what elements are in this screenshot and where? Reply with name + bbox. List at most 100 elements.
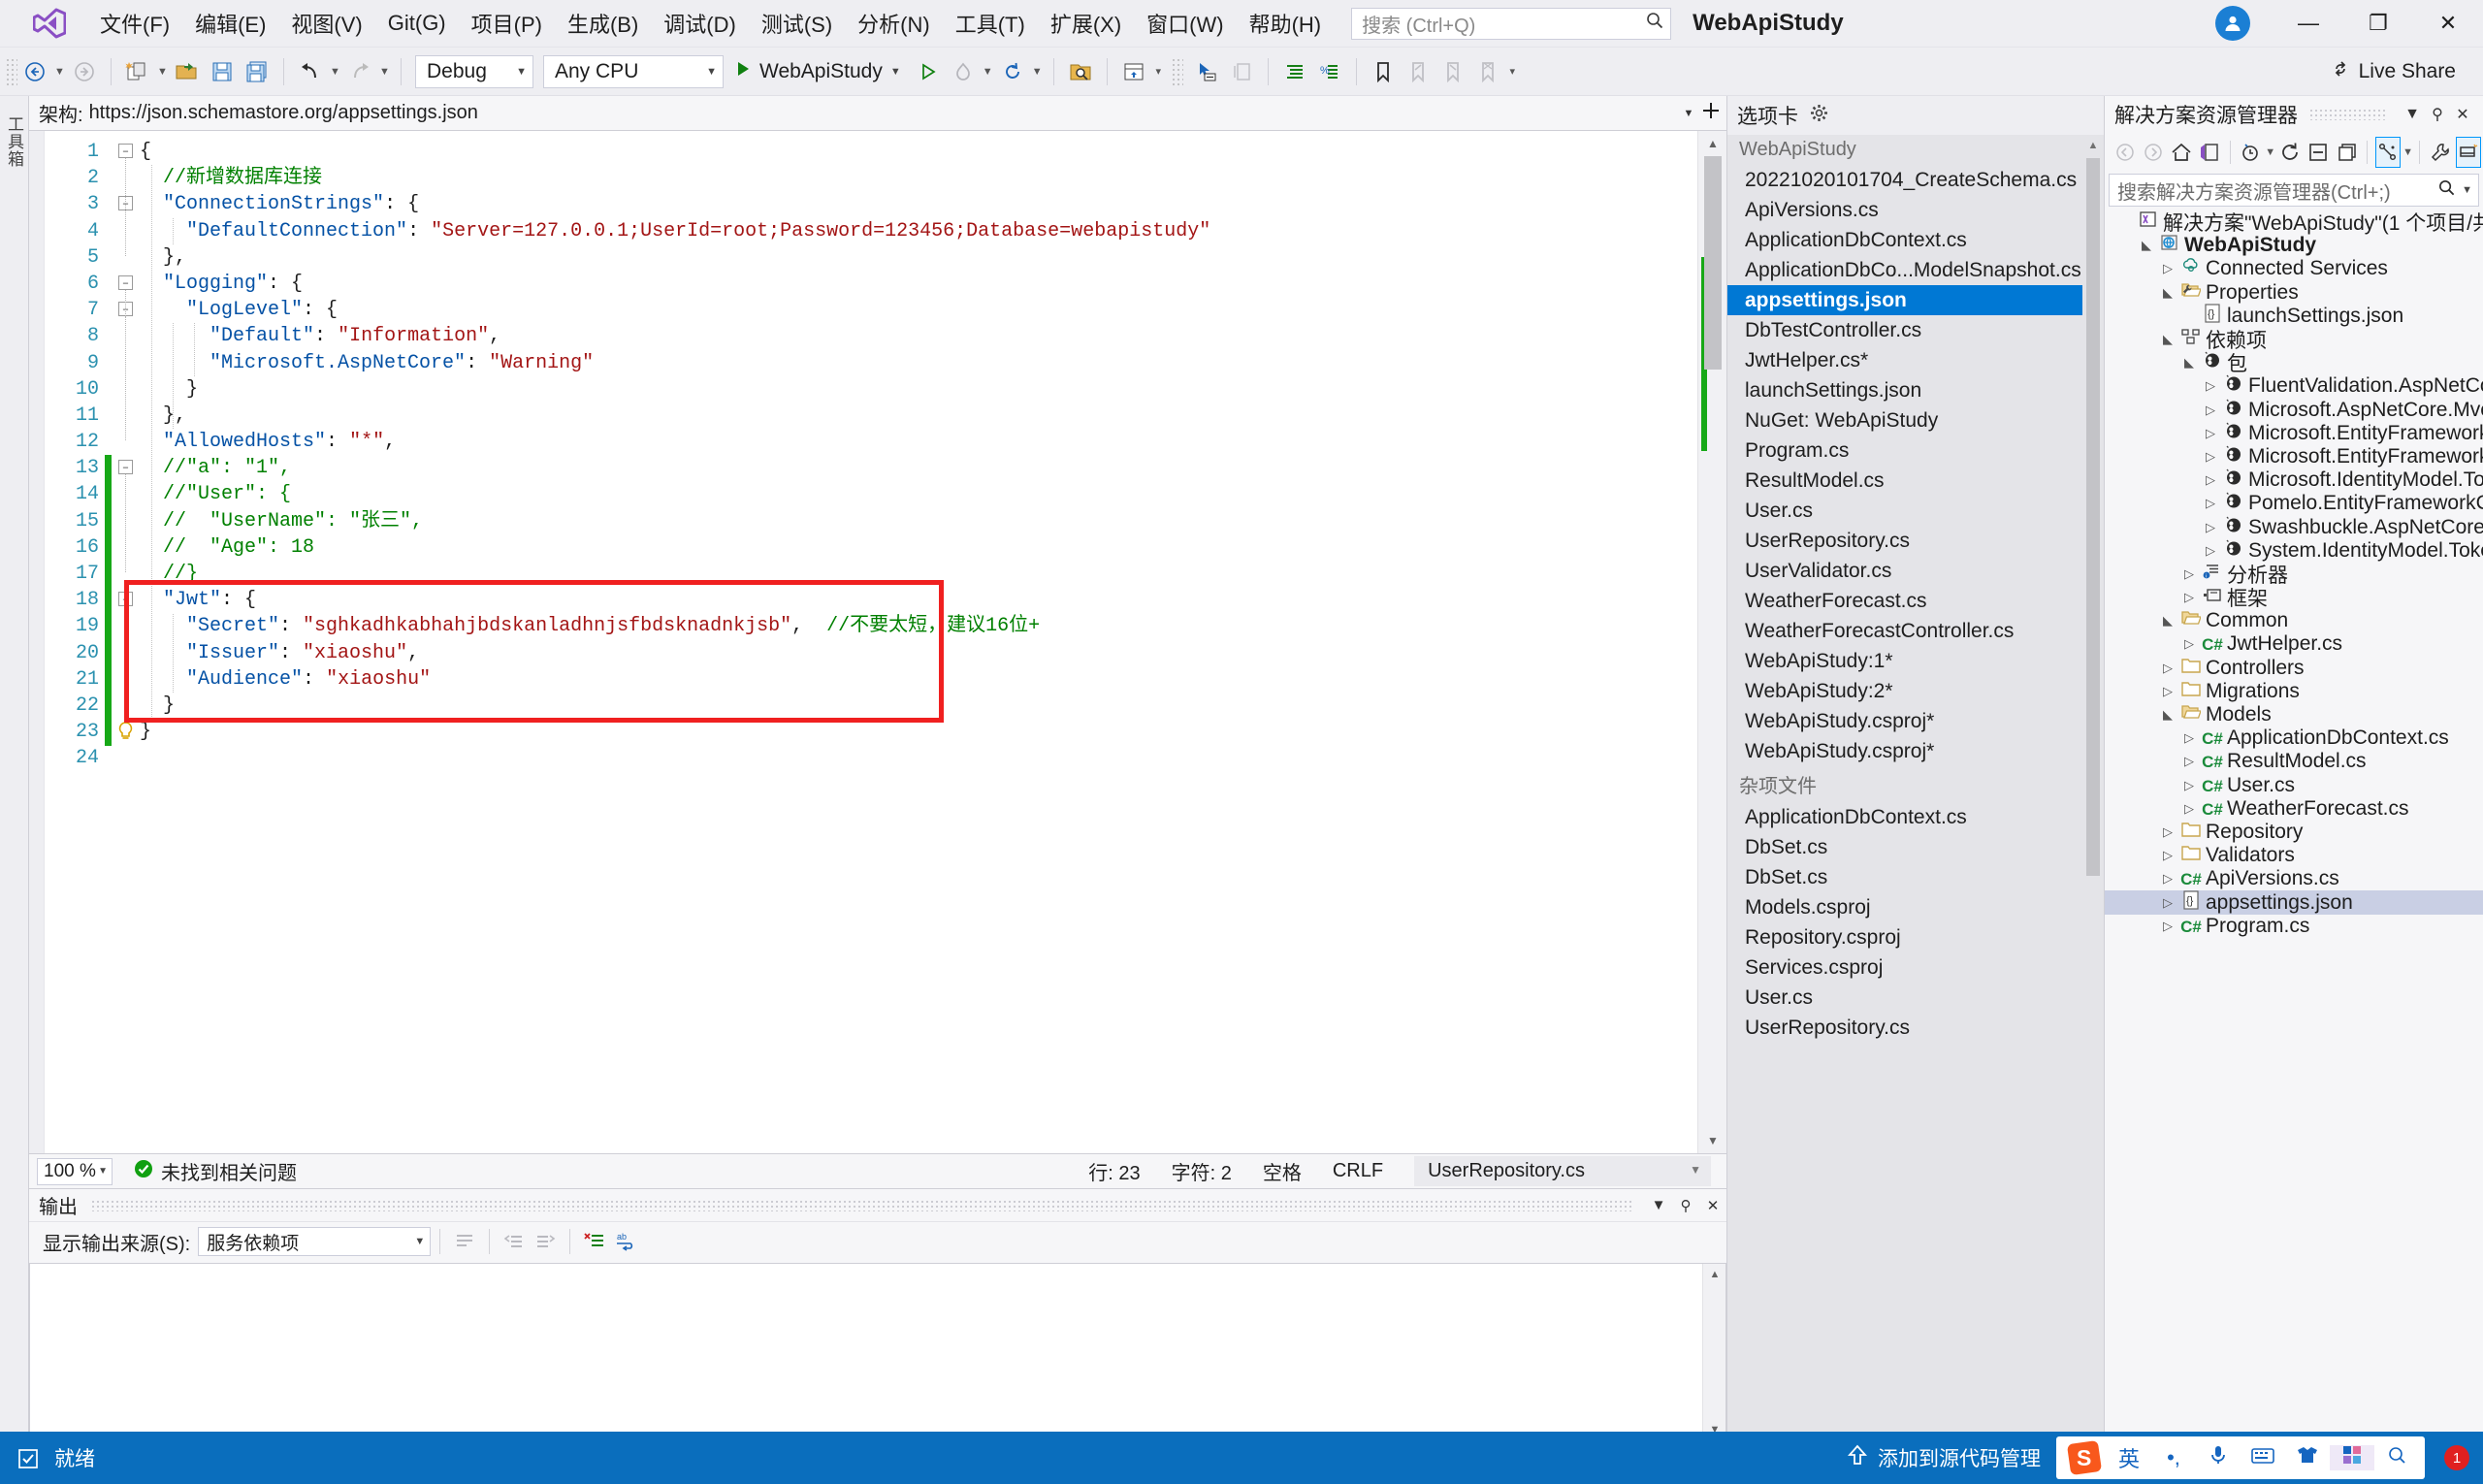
tree-row[interactable]: {}launchSettings.json xyxy=(2105,305,2483,328)
fold-toggle[interactable]: – xyxy=(118,275,133,290)
code-line[interactable]: //新增数据库连接 xyxy=(140,165,1726,191)
split-editor-icon[interactable] xyxy=(1699,101,1723,126)
live-share-button[interactable]: Live Share xyxy=(2330,58,2456,85)
expand-arrow-closed-icon[interactable]: ▷ xyxy=(2157,661,2178,676)
tree-row[interactable]: ▷FluentValidation.AspNetCore (11.2.2) xyxy=(2105,374,2483,398)
expand-arrow-closed-icon[interactable]: ▷ xyxy=(2178,566,2200,582)
tabs-list-item[interactable]: DbSet.cs xyxy=(1727,832,2104,862)
ime-punctuation-toggle[interactable]: •, xyxy=(2151,1445,2196,1470)
outlining-margin[interactable]: –––––– xyxy=(114,131,140,1153)
fold-toggle[interactable]: – xyxy=(118,592,133,606)
tabs-list-item[interactable]: WebApiStudy:2* xyxy=(1727,676,2104,706)
tabs-list-item[interactable]: ApplicationDbCo...ModelSnapshot.cs xyxy=(1727,255,2104,285)
new-project-dropdown-icon[interactable]: ▼ xyxy=(155,55,170,88)
code-line[interactable]: "Default": "Information", xyxy=(140,323,1726,349)
restart-icon[interactable] xyxy=(996,55,1029,88)
indent-mode-label[interactable]: 空格 xyxy=(1263,1157,1302,1185)
hot-reload-dropdown-icon[interactable]: ▼ xyxy=(981,55,995,88)
gear-icon[interactable] xyxy=(1810,104,1828,127)
chevron-down-icon[interactable]: ▼ xyxy=(1678,108,1699,119)
tabs-list-item[interactable]: UserRepository.cs xyxy=(1727,526,2104,556)
code-line[interactable]: "Jwt": { xyxy=(140,587,1726,613)
tree-row[interactable]: ▷C#JwtHelper.cs xyxy=(2105,632,2483,656)
tabs-list-item[interactable]: ResultModel.cs xyxy=(1727,466,2104,496)
tabs-list-item[interactable]: DbTestController.cs xyxy=(1727,315,2104,345)
expand-arrow-closed-icon[interactable]: ▷ xyxy=(2157,895,2178,911)
output-text-area[interactable]: ▲ ▼ xyxy=(29,1263,1726,1441)
collapse-all-icon[interactable] xyxy=(2306,137,2331,168)
expand-arrow-open-icon[interactable]: ◢ xyxy=(2157,707,2178,723)
tree-row[interactable]: ▷Swashbuckle.AspNetCore (6.2.3) xyxy=(2105,515,2483,538)
forward-icon[interactable] xyxy=(2141,137,2165,168)
menu-window[interactable]: 窗口(W) xyxy=(1134,2,1236,45)
tabs-list-item[interactable]: ApplicationDbContext.cs xyxy=(1727,225,2104,255)
redo-dropdown-icon[interactable]: ▼ xyxy=(377,55,392,88)
search-solution-icon[interactable] xyxy=(1064,55,1097,88)
navigate-backward-dropdown-icon[interactable]: ▼ xyxy=(52,55,67,88)
panel-drag-handle[interactable] xyxy=(2309,109,2388,120)
tabs-list-item[interactable]: WebApiStudy:1* xyxy=(1727,646,2104,676)
chevron-down-icon[interactable]: ▼ xyxy=(516,66,527,78)
zoom-level-select[interactable]: 100 % ▼ xyxy=(37,1158,113,1185)
comment-selection-icon[interactable] xyxy=(1278,55,1311,88)
tabs-list-item[interactable]: WebApiStudy.csproj* xyxy=(1727,706,2104,736)
notification-badge[interactable]: 1 xyxy=(2444,1445,2469,1470)
tabs-panel-scrollbar[interactable]: ▲ ▼ xyxy=(2082,135,2104,1480)
schema-value[interactable]: https://json.schemastore.org/appsettings… xyxy=(89,102,1678,124)
expand-arrow-closed-icon[interactable]: ▷ xyxy=(2200,378,2221,394)
expand-arrow-closed-icon[interactable]: ▷ xyxy=(2157,919,2178,934)
scroll-up-icon[interactable]: ▲ xyxy=(2082,135,2104,156)
go-to-next-message-icon[interactable] xyxy=(530,1226,561,1257)
line-ending-label[interactable]: CRLF xyxy=(1333,1160,1383,1182)
tree-row[interactable]: ◢Common xyxy=(2105,609,2483,632)
minimize-button[interactable]: — xyxy=(2273,0,2343,47)
tree-row[interactable]: ▷Microsoft.EntityFrameworkCore.Tools (6.… xyxy=(2105,445,2483,468)
menu-build[interactable]: 生成(B) xyxy=(555,2,651,45)
ime-skin-icon[interactable] xyxy=(2285,1445,2330,1470)
menu-file[interactable]: 文件(F) xyxy=(87,2,182,45)
tabs-list-item[interactable]: User.cs xyxy=(1727,983,2104,1013)
expand-arrow-closed-icon[interactable]: ▷ xyxy=(2200,543,2221,559)
close-icon[interactable]: ✕ xyxy=(1699,1197,1726,1214)
expand-arrow-open-icon[interactable]: ◢ xyxy=(2178,355,2200,371)
code-line[interactable] xyxy=(140,745,1726,771)
menu-extensions[interactable]: 扩展(X) xyxy=(1038,2,1134,45)
editor-vertical-scrollbar[interactable]: ▲ ▼ xyxy=(1697,131,1726,1153)
code-text[interactable]: { //新增数据库连接 "ConnectionStrings": { "Defa… xyxy=(140,131,1726,1153)
save-icon[interactable] xyxy=(206,55,239,88)
open-file-icon[interactable] xyxy=(171,55,204,88)
chevron-down-icon[interactable]: ▼ xyxy=(414,1236,425,1247)
tree-row[interactable]: ▷Validators xyxy=(2105,844,2483,867)
expand-arrow-closed-icon[interactable]: ▷ xyxy=(2178,801,2200,817)
refresh-icon[interactable] xyxy=(2278,137,2303,168)
chevron-down-icon[interactable]: ▼ xyxy=(890,66,901,78)
tree-row[interactable]: ▷C#ApplicationDbContext.cs xyxy=(2105,726,2483,750)
pin-icon[interactable]: ⚲ xyxy=(1672,1197,1699,1214)
undo-dropdown-icon[interactable]: ▼ xyxy=(328,55,342,88)
code-line[interactable]: "Secret": "sghkadhkabhahjbdskanladhnjsfb… xyxy=(140,613,1726,639)
expand-arrow-closed-icon[interactable]: ▷ xyxy=(2157,261,2178,276)
tree-row[interactable]: ▷Repository xyxy=(2105,821,2483,844)
tabs-list-item[interactable]: DbSet.cs xyxy=(1727,862,2104,892)
scroll-up-icon[interactable]: ▲ xyxy=(1698,131,1727,156)
tree-row[interactable]: ◢Models xyxy=(2105,703,2483,726)
toolbox-rail[interactable]: 工具箱 xyxy=(0,96,29,1480)
previous-bookmark-icon[interactable] xyxy=(1402,55,1435,88)
solution-platform-select[interactable]: Any CPU ▼ xyxy=(543,55,724,88)
code-line[interactable]: //} xyxy=(140,561,1726,587)
search-icon[interactable] xyxy=(1645,11,1664,36)
expand-arrow-closed-icon[interactable]: ▷ xyxy=(2200,472,2221,488)
tabs-list-item[interactable]: launchSettings.json xyxy=(1727,375,2104,405)
fold-toggle[interactable]: – xyxy=(118,144,133,158)
file-select[interactable]: UserRepository.cs ▼ xyxy=(1414,1156,1711,1186)
ime-toolbar[interactable]: S 英 •, xyxy=(2056,1436,2425,1479)
maximize-button[interactable]: ❐ xyxy=(2343,0,2413,47)
tree-row[interactable]: 解决方案"WebApiStudy"(1 个项目/共 1 个) xyxy=(2105,210,2483,234)
code-line[interactable]: // "Age": 18 xyxy=(140,534,1726,561)
tabs-list-item[interactable]: Models.csproj xyxy=(1727,892,2104,922)
toolbar-grip[interactable] xyxy=(6,58,17,85)
tree-row[interactable]: ▷i分析器 xyxy=(2105,563,2483,586)
hot-reload-icon[interactable] xyxy=(947,55,980,88)
add-to-source-control-button[interactable]: 添加到源代码管理 xyxy=(1847,1443,2041,1472)
properties-icon[interactable] xyxy=(2428,137,2452,168)
